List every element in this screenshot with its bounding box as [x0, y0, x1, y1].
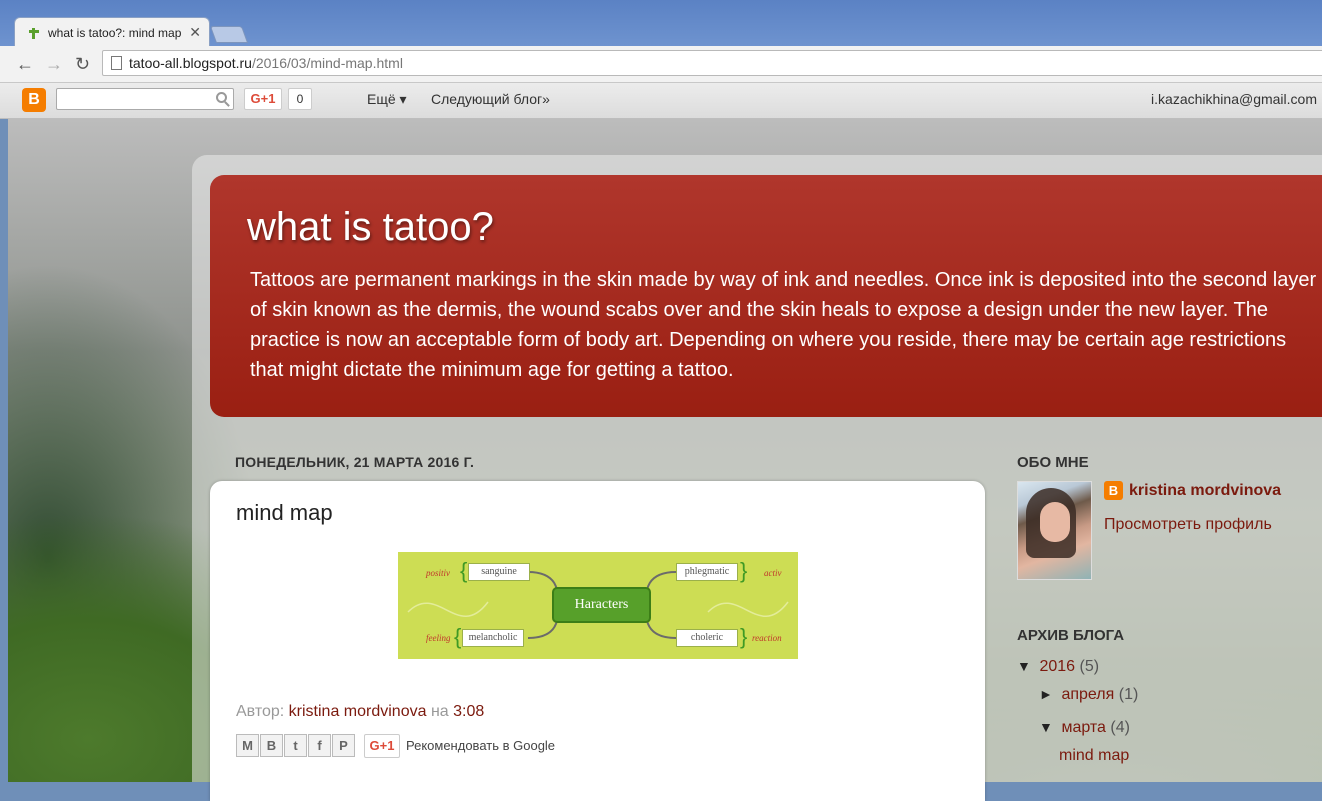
blog-description: Tattoos are permanent markings in the sk…	[250, 269, 1317, 381]
avatar-face	[1040, 502, 1070, 542]
archive-heading: АРХИВ БЛОГА	[1017, 627, 1125, 644]
mind-map-side-label: reaction	[752, 633, 782, 643]
post-time-link[interactable]: 3:08	[453, 703, 484, 720]
expand-toggle-icon[interactable]: ►	[1039, 686, 1057, 702]
blog-header: what is tatoo? Tattoos are permanent mar…	[210, 175, 1322, 417]
blog-search-input[interactable]	[56, 88, 234, 110]
mind-map-side-label: positiv	[426, 568, 450, 578]
mind-map-image[interactable]: Haracters sanguine phlegmatic melancholi…	[398, 552, 798, 659]
mind-map-node: sanguine	[468, 563, 530, 581]
account-email[interactable]: i.kazachikhina@gmail.com	[1151, 91, 1317, 107]
blogger-logo-icon[interactable]: B	[22, 88, 46, 112]
new-tab-button[interactable]	[209, 26, 249, 43]
post-footer-author: Автор: kristina mordvinova на 3:08	[236, 703, 484, 721]
archive-count: (4)	[1110, 719, 1130, 736]
archive-count: (1)	[1118, 686, 1139, 703]
email-share-icon[interactable]: M	[236, 734, 259, 757]
mind-map-side-label: feeling	[426, 633, 451, 643]
pinterest-share-icon[interactable]: P	[332, 734, 355, 757]
author-on: на	[430, 703, 449, 720]
mind-map-brace: }	[740, 624, 748, 649]
archive-count: (5)	[1079, 658, 1100, 675]
gplus-share-button[interactable]: G+1	[364, 734, 400, 758]
archive-year-row: ▼ 2016 (5)	[1017, 658, 1099, 676]
more-menu[interactable]: Ещё ▾	[367, 91, 407, 108]
search-icon[interactable]	[216, 92, 227, 103]
address-bar[interactable]: tatoo-all.blogspot.ru/2016/03/mind-map.h…	[102, 50, 1322, 76]
browser-titlebar: what is tatoo?: mind map ✕	[0, 0, 1322, 47]
archive-month-link[interactable]: марта	[1061, 719, 1106, 736]
blogger-profile-icon: B	[1104, 481, 1123, 500]
mind-map-brace: {	[454, 624, 462, 649]
archive-month-link[interactable]: апреля	[1061, 686, 1114, 703]
browser-tab[interactable]: what is tatoo?: mind map ✕	[14, 17, 210, 47]
view-profile-link[interactable]: Просмотреть профиль	[1104, 516, 1272, 534]
collapse-toggle-icon[interactable]: ▼	[1039, 719, 1057, 735]
archive-month-row: ▼ марта (4)	[1039, 719, 1130, 737]
forward-icon[interactable]: →	[45, 54, 63, 75]
mind-map-brace: }	[740, 558, 748, 583]
profile-name-link[interactable]: kristina mordvinova	[1129, 482, 1281, 500]
blogger-navbar: B G+1 0 Ещё ▾ Следующий блог» i.kazachik…	[0, 83, 1322, 119]
author-prefix: Автор:	[236, 703, 285, 720]
archive-year-link[interactable]: 2016	[1039, 658, 1075, 675]
blog-title[interactable]: what is tatoo?	[247, 205, 494, 250]
mind-map-center-node: Haracters	[552, 587, 651, 623]
profile-avatar[interactable]	[1017, 481, 1092, 580]
post-card: mind map Haracters sanguine phlegmatic m…	[210, 481, 985, 801]
tab-close-icon[interactable]: ✕	[189, 24, 201, 41]
collapse-toggle-icon[interactable]: ▼	[1017, 658, 1035, 674]
archive-post-row: mind map	[1059, 747, 1129, 765]
mind-map-side-label: activ	[764, 568, 782, 578]
recommend-google-text: Рекомендовать в Google	[406, 738, 556, 753]
twitter-share-icon[interactable]: t	[284, 734, 307, 757]
url-path: /2016/03/mind-map.html	[251, 55, 403, 71]
blogthis-share-icon[interactable]: B	[260, 734, 283, 757]
reload-icon[interactable]: ↻	[75, 54, 90, 75]
url-host: tatoo-all.blogspot.ru	[129, 55, 252, 71]
archive-post-link[interactable]: mind map	[1059, 747, 1129, 764]
about-heading: ОБО МНЕ	[1017, 454, 1089, 471]
tab-title: what is tatoo?: mind map	[48, 26, 182, 40]
gplus-button[interactable]: G+1	[244, 88, 282, 110]
url-text: tatoo-all.blogspot.ru/2016/03/mind-map.h…	[129, 55, 403, 71]
mind-map-brace: {	[460, 558, 468, 583]
author-link[interactable]: kristina mordvinova	[289, 703, 427, 720]
post-title[interactable]: mind map	[236, 500, 333, 526]
gplus-count: 0	[288, 88, 312, 110]
tab-favicon-icon	[29, 28, 39, 39]
facebook-share-icon[interactable]: f	[308, 734, 331, 757]
back-icon[interactable]: ←	[16, 54, 34, 75]
mind-map-node: melancholic	[462, 629, 524, 647]
post-date: ПОНЕДЕЛЬНИК, 21 МАРТА 2016 Г.	[235, 454, 475, 470]
window-border	[0, 119, 8, 782]
page-icon	[111, 56, 122, 70]
mind-map-node: choleric	[676, 629, 738, 647]
archive-month-row: ► апреля (1)	[1039, 686, 1138, 704]
mind-map-node: phlegmatic	[676, 563, 738, 581]
next-blog-link[interactable]: Следующий блог»	[431, 91, 550, 107]
